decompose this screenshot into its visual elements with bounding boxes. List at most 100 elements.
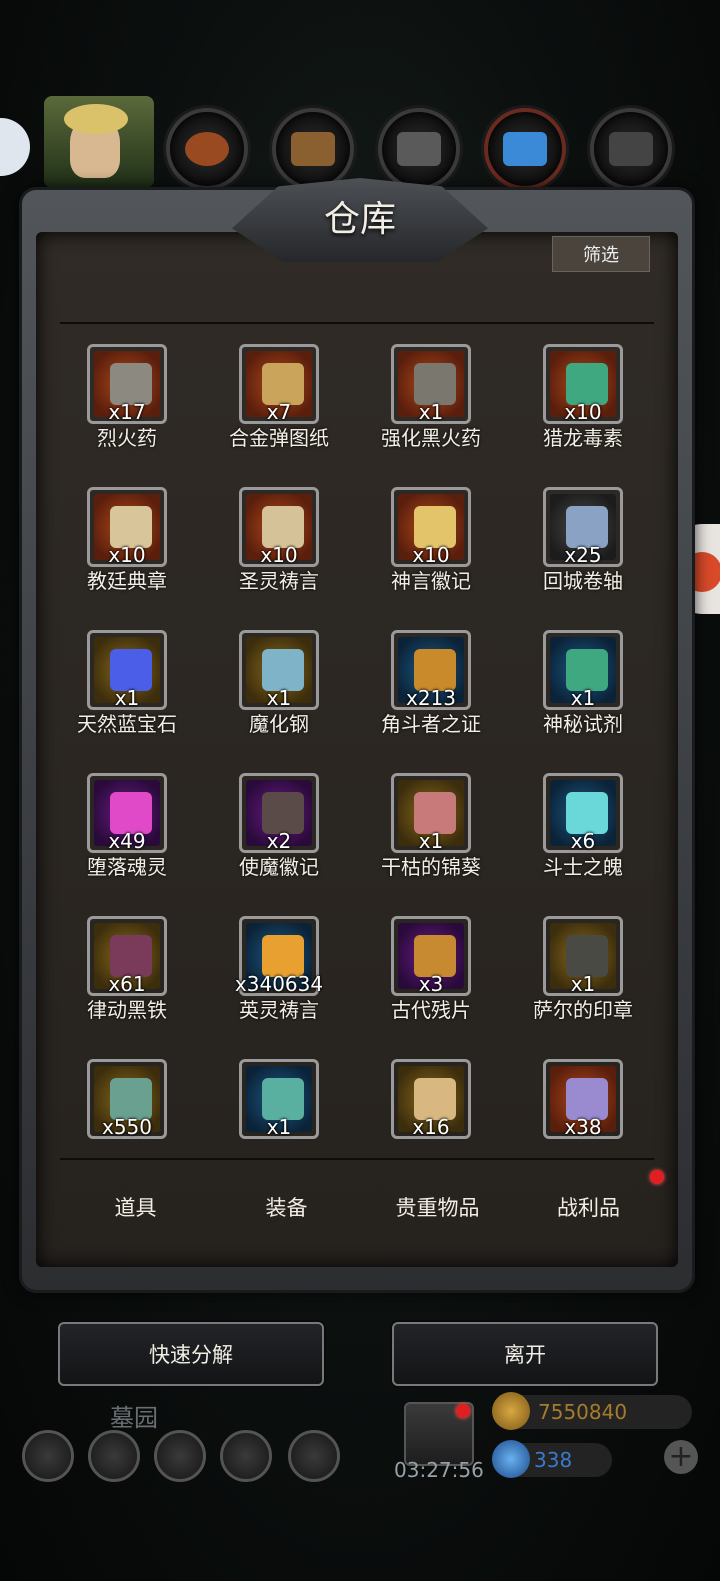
item-icon <box>566 935 608 977</box>
item-count: x7 <box>266 400 292 424</box>
item-slot[interactable]: x38 <box>506 1037 660 1150</box>
tab-loot[interactable]: 战利品 <box>513 1172 664 1242</box>
item-icon <box>110 792 152 834</box>
item-slot[interactable]: x10 教廷典章 <box>50 465 204 599</box>
item-name: 魔化钢 <box>249 712 309 736</box>
item-slot[interactable]: x1 神秘试剂 <box>506 608 660 742</box>
item-name: 堕落魂灵 <box>87 855 167 879</box>
item-count: x10 <box>564 400 602 424</box>
item-icon <box>262 506 304 548</box>
item-count: x6 <box>570 829 596 853</box>
item-slot[interactable]: x10 圣灵祷言 <box>202 465 356 599</box>
hud-button-2[interactable] <box>88 1430 140 1482</box>
item-name: 古代残片 <box>391 998 471 1022</box>
hero-avatar[interactable] <box>44 96 154 188</box>
dark-armor-category-icon[interactable] <box>590 108 672 190</box>
item-icon <box>414 363 456 405</box>
quick-decompose-button[interactable]: 快速分解 <box>58 1322 324 1386</box>
location-label: 墓园 <box>110 1404 158 1432</box>
item-name: 神言徽记 <box>391 569 471 593</box>
potion-category-icon[interactable] <box>166 108 248 190</box>
item-icon <box>414 792 456 834</box>
item-name: 角斗者之证 <box>381 712 481 736</box>
item-count: x3 <box>418 972 444 996</box>
item-count: x1 <box>114 686 140 710</box>
item-slot[interactable]: x61 律动黑铁 <box>50 894 204 1028</box>
gold-amount: 7550840 <box>538 1400 628 1424</box>
item-count: x25 <box>564 543 602 567</box>
divider-top <box>60 322 654 324</box>
tab-bar: 道具 装备 贵重物品 战利品 <box>60 1172 664 1242</box>
item-icon <box>110 935 152 977</box>
tab-equipment[interactable]: 装备 <box>211 1172 362 1242</box>
item-icon <box>566 1078 608 1120</box>
item-name: 猎龙毒素 <box>543 426 623 450</box>
item-slot[interactable]: x1 <box>202 1037 356 1150</box>
item-slot[interactable]: x340634 英灵祷言 <box>202 894 356 1028</box>
item-name: 天然蓝宝石 <box>77 712 177 736</box>
item-icon <box>110 649 152 691</box>
item-slot[interactable]: x16 <box>354 1037 508 1150</box>
armor-category-icon[interactable] <box>378 108 460 190</box>
item-count: x16 <box>412 1115 450 1139</box>
item-count: x1 <box>570 686 596 710</box>
item-slot[interactable]: x1 干枯的锦葵 <box>354 751 508 885</box>
item-slot[interactable]: x17 烈火药 <box>50 340 204 456</box>
item-count: x10 <box>260 543 298 567</box>
scroll-category-icon[interactable] <box>272 108 354 190</box>
item-slot[interactable]: x2 使魔徽记 <box>202 751 356 885</box>
hud-button-4[interactable] <box>220 1430 272 1482</box>
item-slot[interactable]: x550 <box>50 1037 204 1150</box>
item-icon <box>262 649 304 691</box>
item-slot[interactable]: x6 斗士之魄 <box>506 751 660 885</box>
gift-notification-dot <box>456 1404 470 1418</box>
tab-valuables[interactable]: 贵重物品 <box>362 1172 513 1242</box>
item-icon <box>414 935 456 977</box>
item-icon <box>414 649 456 691</box>
item-slot[interactable]: x7 合金弹图纸 <box>202 340 356 456</box>
leave-button[interactable]: 离开 <box>392 1322 658 1386</box>
item-name: 斗士之魄 <box>543 855 623 879</box>
item-slot[interactable]: x1 强化黑火药 <box>354 340 508 456</box>
item-count: x213 <box>405 686 456 710</box>
item-count: x550 <box>101 1115 152 1139</box>
chat-icon[interactable] <box>0 118 30 176</box>
item-count: x1 <box>266 686 292 710</box>
item-count: x2 <box>266 829 292 853</box>
item-grid: x17 烈火药 x7 合金弹图纸 x1 强化黑火药 x10 猎龙毒素 x10 教廷典章 x10 圣灵祷… <box>50 340 666 1150</box>
item-icon <box>566 792 608 834</box>
item-slot[interactable]: x49 堕落魂灵 <box>50 751 204 885</box>
item-slot[interactable]: x1 天然蓝宝石 <box>50 608 204 742</box>
plus-icon[interactable]: + <box>664 1440 698 1474</box>
item-icon <box>262 363 304 405</box>
item-slot[interactable]: x3 古代残片 <box>354 894 508 1028</box>
hud-button-1[interactable] <box>22 1430 74 1482</box>
hud-button-3[interactable] <box>154 1430 206 1482</box>
tab-items[interactable]: 道具 <box>60 1172 211 1242</box>
gem-amount: 338 <box>534 1448 573 1472</box>
item-count: x1 <box>570 972 596 996</box>
window-title: 仓库 <box>323 199 396 240</box>
item-name: 烈火药 <box>97 426 157 450</box>
divider-bottom <box>60 1158 654 1160</box>
item-icon <box>566 363 608 405</box>
item-name: 萨尔的印章 <box>533 998 633 1022</box>
filter-button[interactable]: 筛选 <box>552 236 650 272</box>
item-slot[interactable]: x213 角斗者之证 <box>354 608 508 742</box>
item-icon <box>414 506 456 548</box>
item-slot[interactable]: x25 回城卷轴 <box>506 465 660 599</box>
item-name: 回城卷轴 <box>543 569 623 593</box>
item-slot[interactable]: x10 神言徽记 <box>354 465 508 599</box>
item-slot[interactable]: x1 魔化钢 <box>202 608 356 742</box>
gift-timer: 03:27:56 <box>394 1458 484 1482</box>
item-count: x10 <box>108 543 146 567</box>
item-icon <box>566 506 608 548</box>
item-slot[interactable]: x10 猎龙毒素 <box>506 340 660 456</box>
hud-button-5[interactable] <box>288 1430 340 1482</box>
item-count: x1 <box>418 400 444 424</box>
item-icon <box>110 506 152 548</box>
crystal-category-icon[interactable] <box>484 108 566 190</box>
item-name: 律动黑铁 <box>87 998 167 1022</box>
item-slot[interactable]: x1 萨尔的印章 <box>506 894 660 1028</box>
item-name: 英灵祷言 <box>239 998 319 1022</box>
